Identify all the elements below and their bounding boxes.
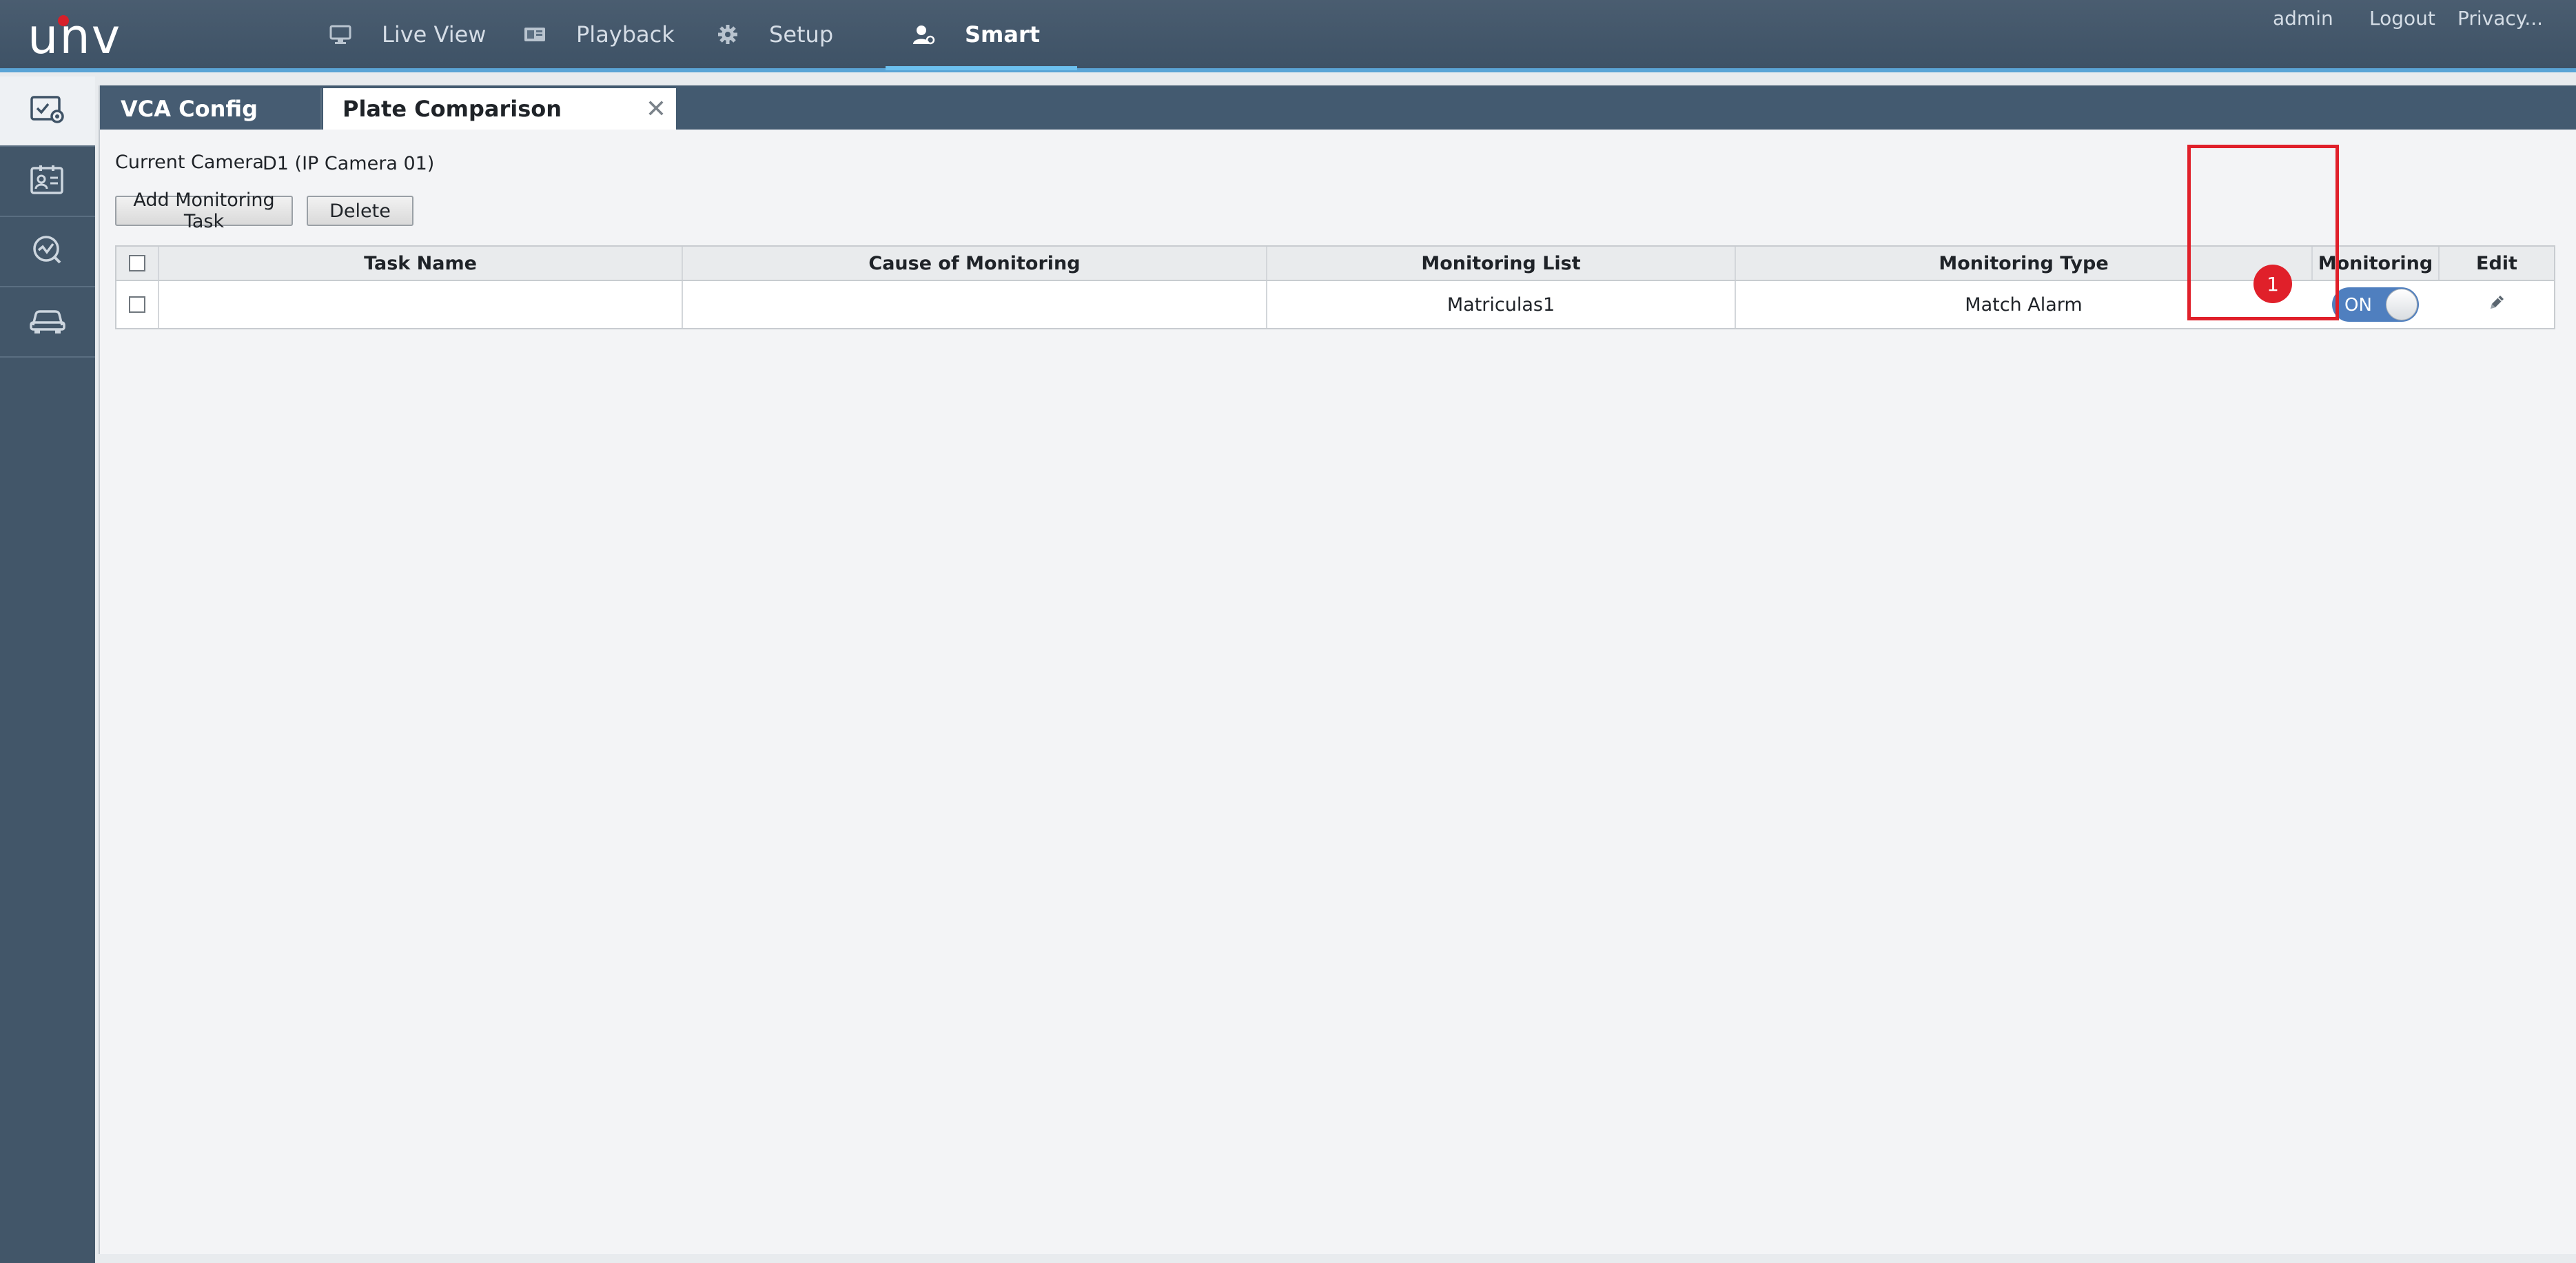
- nav-live-view-label: Live View: [382, 21, 487, 48]
- top-bar: unv Live View Playback Setup Smart admin…: [0, 0, 2576, 72]
- header-monitoring-list: Monitoring List: [1421, 252, 1581, 274]
- gear-icon: [714, 21, 742, 48]
- header-cause: Cause of Monitoring: [868, 252, 1081, 274]
- smart-user-icon: [910, 21, 937, 48]
- annotation-badge: 1: [2253, 265, 2292, 303]
- current-camera-value: D1 (IP Camera 01): [263, 153, 435, 174]
- toggle-knob: [2386, 289, 2417, 320]
- nav-smart[interactable]: Smart: [910, 0, 1040, 68]
- active-nav-underline: [886, 66, 1077, 70]
- tab-vca-config-label: VCA Config: [121, 96, 258, 122]
- nav-playback[interactable]: Playback: [521, 0, 675, 68]
- cell-monitoring-list: Matriculas1: [1447, 294, 1555, 316]
- logo-text: unv: [28, 8, 122, 65]
- edit-pencil-icon[interactable]: [2486, 292, 2507, 318]
- id-card-icon: [30, 164, 65, 198]
- nav-playback-label: Playback: [576, 21, 675, 48]
- tab-bar: VCA Config Plate Comparison ✕: [100, 85, 2576, 130]
- nav-live-view[interactable]: Live View: [327, 0, 486, 68]
- cell-edit: [2440, 281, 2554, 328]
- privacy-link[interactable]: Privacy...: [2457, 7, 2543, 30]
- analytics-check-icon: [31, 234, 64, 269]
- monitor-icon: [327, 21, 354, 48]
- add-monitoring-task-button[interactable]: Add Monitoring Task: [115, 189, 293, 232]
- cell-cause: [683, 281, 1266, 328]
- vca-config-icon: [30, 94, 65, 127]
- playback-icon: [521, 21, 549, 48]
- sidebar-item-analytics[interactable]: [0, 217, 95, 287]
- toggle-state-label: ON: [2344, 295, 2372, 316]
- sidebar-item-vca-config[interactable]: [0, 76, 95, 147]
- nav-smart-label: Smart: [965, 21, 1041, 48]
- header-edit: Edit: [2476, 252, 2517, 274]
- logout-link[interactable]: Logout: [2369, 7, 2435, 30]
- user-name[interactable]: admin: [2273, 7, 2333, 30]
- logo-dot: [58, 15, 69, 26]
- current-camera-label: Current Camera: [115, 152, 264, 173]
- vehicle-icon: [29, 306, 66, 338]
- unv-logo: unv: [28, 8, 122, 65]
- tab-vca-config[interactable]: VCA Config: [100, 88, 322, 130]
- nav-setup[interactable]: Setup: [714, 0, 833, 68]
- close-icon[interactable]: ✕: [646, 95, 666, 123]
- sidebar-item-vehicle[interactable]: [0, 287, 95, 358]
- monitoring-toggle[interactable]: ON: [2332, 287, 2419, 322]
- row-select-cell: [116, 281, 158, 328]
- tab-plate-comparison-label: Plate Comparison: [343, 96, 562, 122]
- header-select-cell: [116, 247, 158, 280]
- left-sidebar: [0, 76, 95, 1263]
- delete-button[interactable]: Delete: [307, 196, 413, 226]
- select-all-checkbox[interactable]: [129, 255, 145, 271]
- row-checkbox[interactable]: [129, 296, 145, 313]
- sidebar-item-id-card[interactable]: [0, 147, 95, 217]
- cell-task-name: [159, 281, 682, 328]
- nav-setup-label: Setup: [769, 21, 834, 48]
- tab-plate-comparison[interactable]: Plate Comparison ✕: [323, 88, 676, 130]
- header-task-name: Task Name: [364, 252, 477, 274]
